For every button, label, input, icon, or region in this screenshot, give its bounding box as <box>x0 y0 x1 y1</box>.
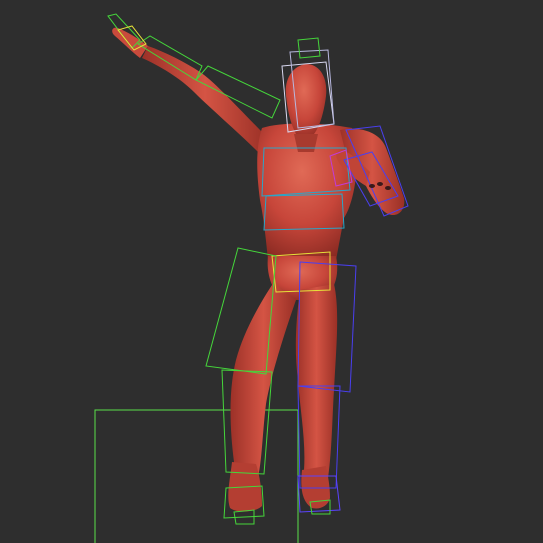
3d-viewport[interactable] <box>0 0 543 543</box>
upper-arm-raised <box>142 46 268 152</box>
bone-head-top[interactable] <box>297 37 321 59</box>
foot-right <box>301 466 330 509</box>
character-model[interactable] <box>112 27 405 512</box>
scene-canvas[interactable] <box>0 0 543 543</box>
neck <box>294 134 318 152</box>
leg-left <box>230 282 296 486</box>
hand-raised <box>112 27 148 58</box>
